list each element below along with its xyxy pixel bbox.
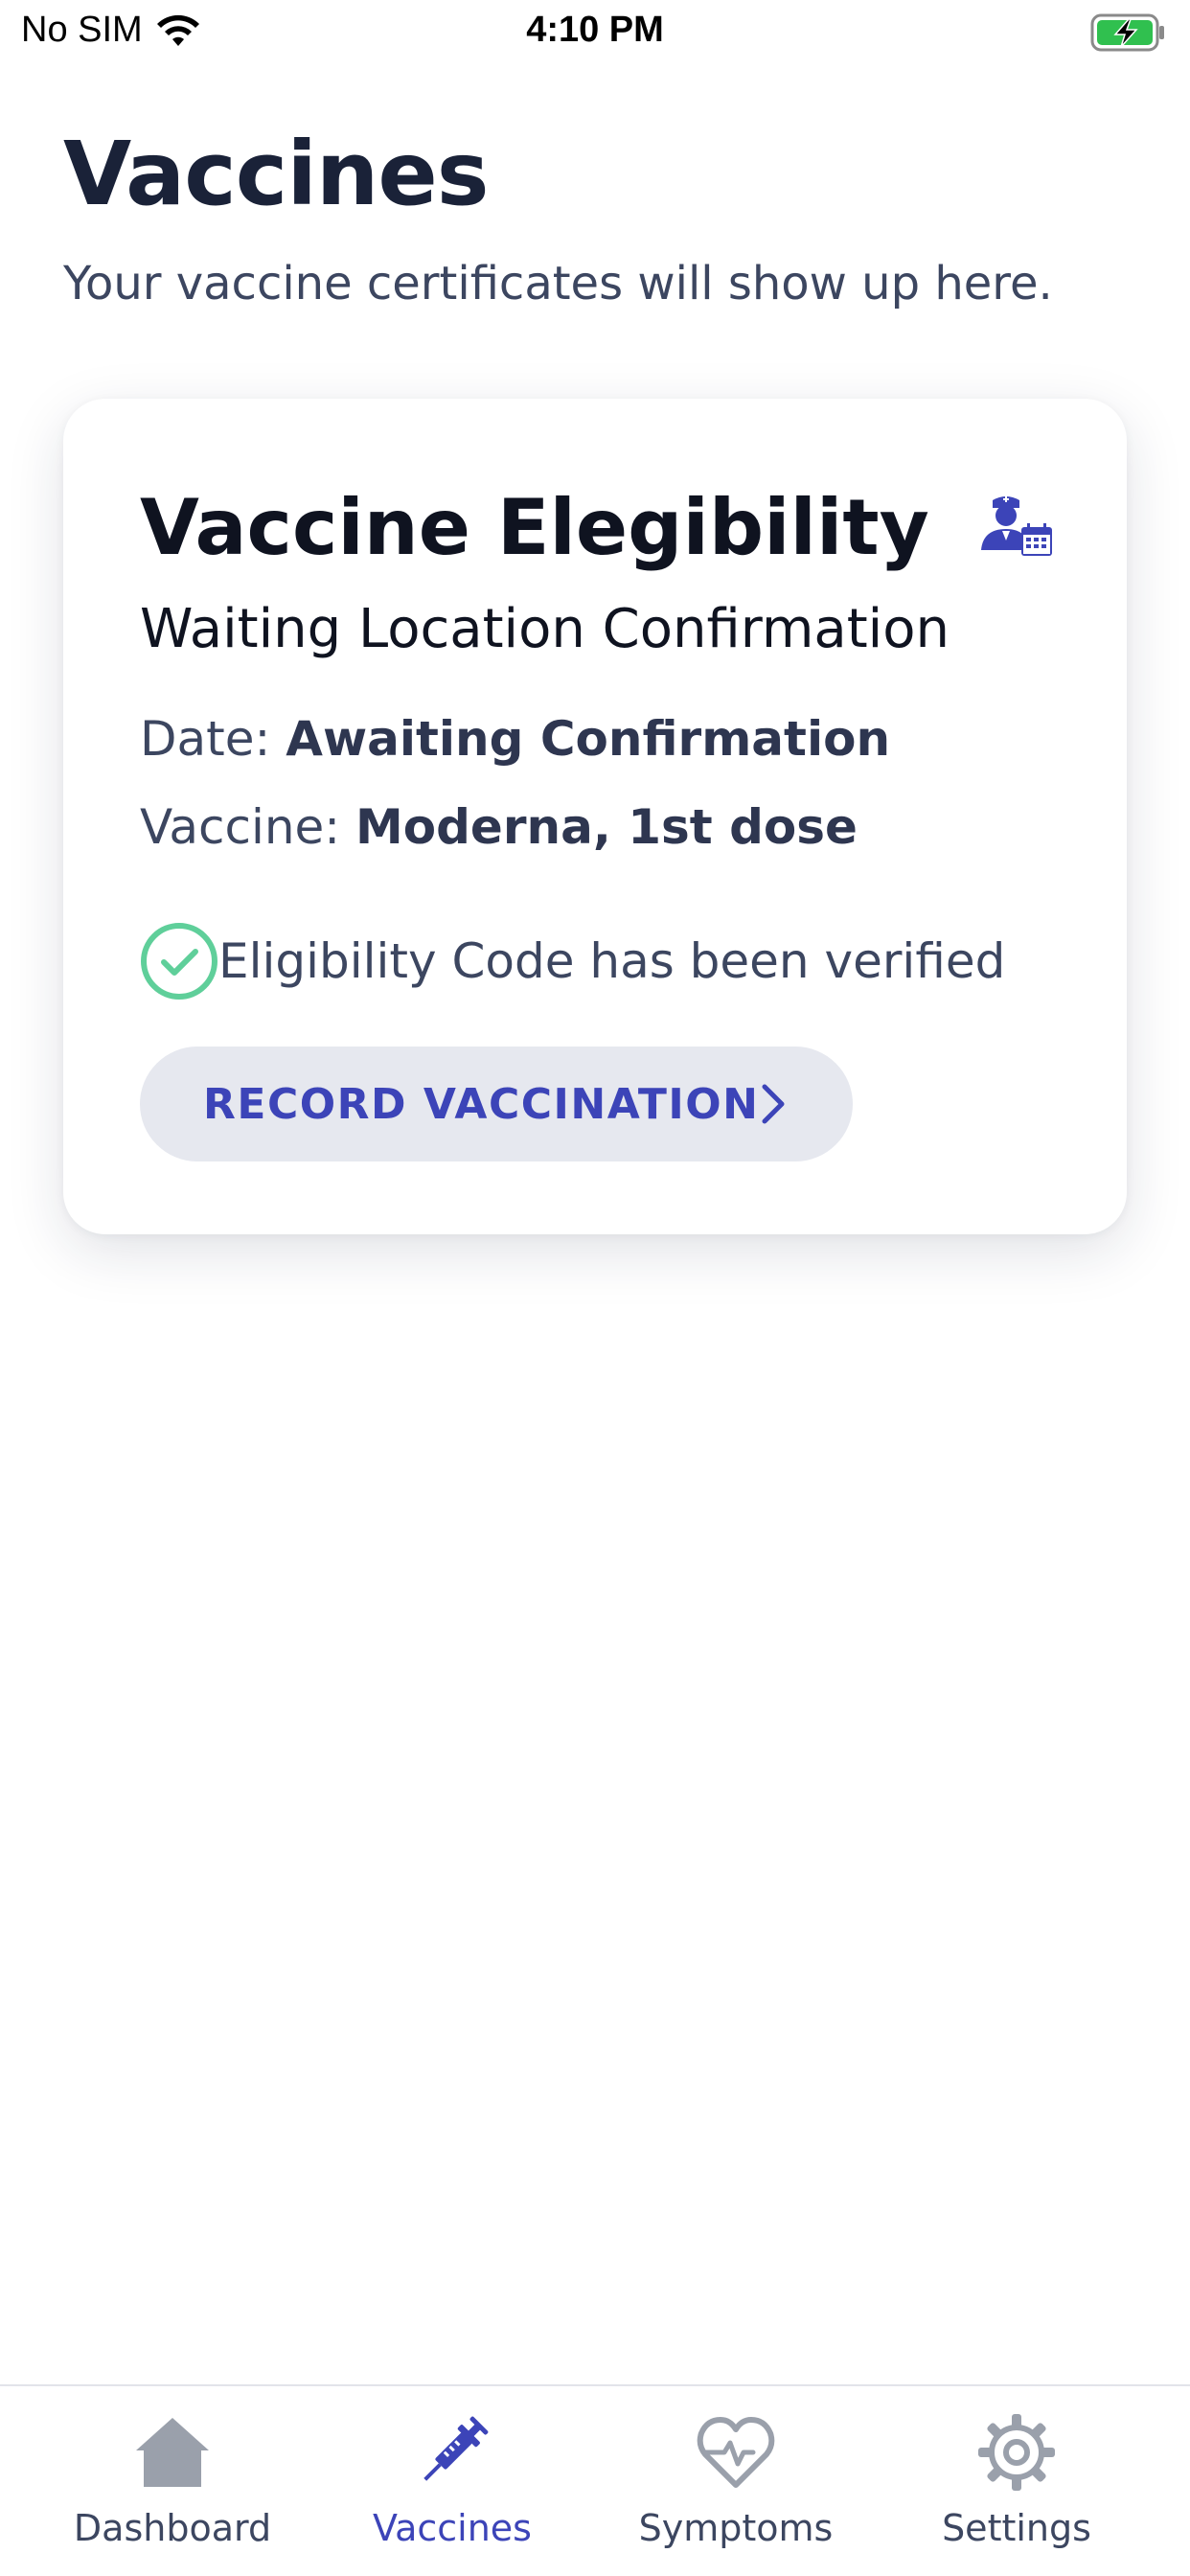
- heart-pulse-icon: [697, 2417, 775, 2488]
- tab-dashboard-label: Dashboard: [73, 2507, 272, 2549]
- page-subtitle: Your vaccine certificates will show up h…: [63, 257, 1053, 310]
- tab-bar: Dashboard Vaccines Symptoms Settings: [0, 2384, 1190, 2576]
- appointment-date-row: Date: Awaiting Confirmation: [140, 711, 890, 767]
- chevron-right-icon: [762, 1084, 785, 1124]
- syringe-icon: [423, 2416, 489, 2481]
- status-bar: No SIM 4:10 PM: [0, 0, 1190, 65]
- card-title: Vaccine Elegibility: [140, 483, 929, 572]
- page-title: Vaccines: [63, 123, 490, 225]
- tab-vaccines-label: Vaccines: [373, 2507, 532, 2549]
- record-vaccination-label: RECORD VACCINATION: [203, 1079, 760, 1129]
- record-vaccination-button[interactable]: RECORD VACCINATION: [140, 1046, 853, 1162]
- doctor-calendar-icon: [981, 496, 1052, 556]
- tab-dashboard[interactable]: Dashboard: [73, 2386, 272, 2576]
- tab-settings[interactable]: Settings: [926, 2386, 1108, 2576]
- date-value: Awaiting Confirmation: [286, 711, 891, 767]
- check-circle-icon: [141, 923, 217, 1000]
- home-icon: [136, 2418, 209, 2487]
- battery-charging-icon: [1090, 13, 1167, 57]
- gear-icon: [978, 2414, 1055, 2491]
- tab-vaccines[interactable]: Vaccines: [356, 2386, 548, 2576]
- tab-symptoms[interactable]: Symptoms: [632, 2386, 839, 2576]
- eligibility-status: Waiting Location Confirmation: [140, 598, 950, 660]
- date-label: Date:: [140, 711, 286, 767]
- vaccine-row: Vaccine: Moderna, 1st dose: [140, 799, 858, 855]
- vaccines-screen: No SIM 4:10 PM Vaccines Your vaccine cer…: [0, 0, 1190, 2576]
- verified-text: Eligibility Code has been verified: [218, 933, 1006, 989]
- vaccine-value: Moderna, 1st dose: [355, 799, 858, 855]
- vaccine-label: Vaccine:: [140, 799, 356, 855]
- tab-symptoms-label: Symptoms: [638, 2507, 834, 2549]
- tab-settings-label: Settings: [942, 2507, 1091, 2549]
- verified-row: Eligibility Code has been verified: [140, 922, 1005, 1000]
- status-time: 4:10 PM: [526, 10, 664, 50]
- vaccine-eligibility-card: Vaccine Elegibility Waiting Location Con…: [63, 399, 1127, 1234]
